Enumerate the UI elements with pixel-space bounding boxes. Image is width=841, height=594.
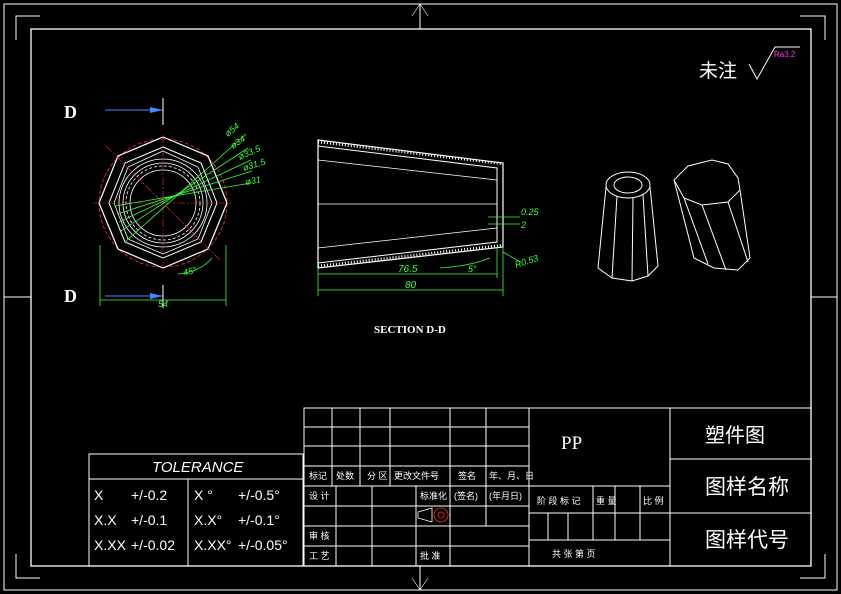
tol-r2-d: +/-0.1° (238, 512, 280, 528)
section-letter-top: D (64, 102, 77, 122)
tb-h-zone: 分 区 (367, 471, 388, 481)
tol-r3-a: X.XX (94, 537, 127, 553)
dim-angle-5: 5° (468, 264, 477, 274)
tb-h-date: 年、月、日 (489, 470, 534, 481)
tol-r2-c: X.X° (194, 512, 222, 528)
end-view: ø54 ø34 ø33.5 ø31.5 ø31 45° 54 (93, 121, 268, 309)
tb-sheets: 共 张 第 页 (552, 548, 596, 559)
projection-symbol (417, 507, 449, 523)
tb-h-sign: 签名 (458, 470, 476, 481)
tb-approve: 批 准 (420, 550, 441, 561)
tb-drawing-code: 图样代号 (705, 529, 789, 552)
tb-date2: (年月日) (489, 490, 522, 501)
tb-h-mark: 标记 (309, 470, 327, 481)
tol-r2-b: +/-0.1 (131, 512, 167, 528)
tb-sign2: (签名) (454, 490, 478, 501)
tb-process: 工 艺 (309, 551, 330, 561)
dim-d31: ø31 (245, 174, 262, 187)
sheet-border (3, 3, 838, 591)
tol-r3-d: +/-0.05° (238, 537, 288, 553)
tol-r3-c: X.XX° (194, 537, 232, 553)
tb-material: PP (561, 433, 582, 454)
section-view: 76.5 80 0.25 2 R0.53 5° SECTION D-D (317, 139, 540, 336)
dim-width-54: 54 (158, 299, 168, 309)
tb-weight: 重 量 (596, 495, 617, 506)
tol-r1-b: +/-0.2 (131, 487, 167, 503)
dim-len-80: 80 (405, 280, 417, 291)
roughness-label: 未注 (699, 60, 737, 82)
tol-r1-d: +/-0.5° (238, 487, 280, 503)
section-caption: SECTION D-D (374, 324, 446, 336)
title-block: 标记 处数 分 区 更改文件号 签名 年、月、日 设 计 标准化 (签名) (年… (303, 407, 812, 567)
tb-h-doc: 更改文件号 (394, 470, 439, 481)
isometric-views (597, 159, 751, 282)
dim-angle-45: 45° (182, 265, 198, 278)
dim-r0-53: R0.53 (514, 253, 540, 270)
tb-stage: 阶 段 标 记 (537, 495, 581, 506)
tb-h-count: 处数 (336, 470, 354, 481)
tol-r2-a: X.X (94, 512, 117, 528)
tb-review: 审 核 (309, 530, 330, 541)
tb-drawing-name: 图样名称 (705, 476, 789, 499)
tol-r1-c: X ° (194, 487, 213, 503)
tb-design: 设 计 (309, 490, 330, 501)
tolerance-table: TOLERANCE X +/-0.2 X ° +/-0.5° X.X +/-0.… (88, 453, 304, 567)
tolerance-title: TOLERANCE (152, 459, 244, 476)
roughness-note: 未注 Ra3.2 (699, 46, 800, 82)
dim-0-25: 0.25 (521, 207, 540, 217)
tol-r1-a: X (94, 487, 104, 503)
drawing-sheet: 未注 Ra3.2 D D ø54 ø34 ø33.5 ø31.5 ø31 45°… (3, 3, 838, 591)
dim-2: 2 (520, 220, 526, 230)
tb-part-name: 塑件图 (705, 424, 765, 447)
roughness-value: Ra3.2 (774, 50, 796, 59)
tol-r3-b: +/-0.02 (131, 537, 175, 553)
dim-len-76-5: 76.5 (398, 264, 418, 275)
tb-ratio: 比 例 (643, 495, 664, 506)
section-letter-bottom: D (64, 286, 77, 306)
tb-std: 标准化 (420, 490, 447, 501)
